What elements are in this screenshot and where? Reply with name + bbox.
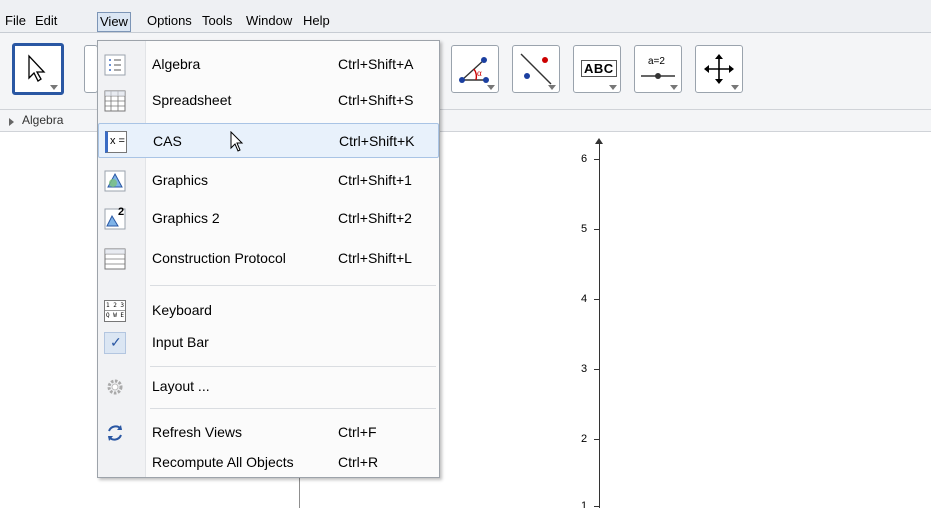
- menu-view[interactable]: View: [97, 12, 131, 32]
- menu-item-label: Spreadsheet: [152, 92, 232, 108]
- reflect-tool-button[interactable]: [512, 45, 560, 93]
- menu-item-label: Input Bar: [152, 334, 209, 350]
- menu-item-cas[interactable]: x = CAS Ctrl+Shift+K: [98, 123, 439, 158]
- menu-item-shortcut: Ctrl+R: [338, 454, 379, 470]
- algebra-view-icon: [104, 54, 126, 76]
- geogebra-window: File Edit View Options Tools Window Help…: [0, 0, 931, 508]
- menu-item-graphics[interactable]: Graphics Ctrl+Shift+1: [98, 163, 439, 198]
- menu-item-shortcut: Ctrl+Shift+S: [338, 92, 414, 108]
- checkmark-glyph: ✓: [110, 334, 122, 350]
- y-tick: [594, 229, 600, 230]
- menu-item-shortcut: Ctrl+Shift+L: [338, 250, 412, 266]
- move-tool-button[interactable]: [12, 43, 64, 95]
- refresh-icon: [108, 425, 122, 441]
- y-tick: [594, 299, 600, 300]
- menu-item-label: Construction Protocol: [152, 250, 286, 266]
- menu-item-shortcut: Ctrl+Shift+K: [339, 133, 415, 149]
- menu-item-shortcut: Ctrl+Shift+2: [338, 210, 412, 226]
- keyboard-icon-row: 1 2 3: [105, 302, 125, 311]
- text-tool-label: ABC: [581, 60, 617, 77]
- menu-file[interactable]: File: [3, 12, 28, 32]
- y-tick-label: 3: [581, 363, 588, 375]
- text-tool-button[interactable]: ABC: [573, 45, 621, 93]
- y-tick-label: 2: [581, 433, 588, 445]
- menu-item-label: Layout ...: [152, 378, 210, 394]
- cas-icon-text: x =: [110, 135, 125, 147]
- algebra-view-title: Algebra: [22, 113, 64, 127]
- menu-item-recompute-all-objects[interactable]: Recompute All Objects Ctrl+R: [98, 445, 439, 480]
- y-tick-label: 6: [581, 153, 588, 165]
- y-tick: [594, 369, 600, 370]
- y-tick-label: 5: [581, 223, 588, 235]
- menu-separator: [150, 285, 436, 286]
- menu-edit[interactable]: Edit: [33, 12, 59, 32]
- y-tick: [594, 159, 600, 160]
- keyboard-icon-row: Q W E: [105, 312, 125, 319]
- menu-separator: [150, 366, 436, 367]
- y-tick-label: 1: [581, 500, 588, 508]
- menu-item-label: Refresh Views: [152, 424, 243, 440]
- slider-tool-button[interactable]: a=2: [634, 45, 682, 93]
- graphics2-icon-text: 2: [118, 206, 125, 218]
- menu-bar: File Edit View Options Tools Window Help: [0, 0, 931, 33]
- gear-icon: [107, 379, 123, 395]
- menu-item-label: Graphics 2: [152, 210, 220, 226]
- menu-item-construction-protocol[interactable]: Construction Protocol Ctrl+Shift+L: [98, 241, 439, 276]
- menu-item-label: Recompute All Objects: [152, 454, 294, 470]
- y-axis: [599, 140, 600, 508]
- menu-item-graphics-2[interactable]: 2 Graphics 2 Ctrl+Shift+2: [98, 201, 439, 236]
- cas-icon: x =: [105, 131, 127, 153]
- view-dropdown-menu: Algebra Ctrl+Shift+A Spreadsheet Ctrl+Sh…: [97, 40, 440, 478]
- y-tick-label: 4: [581, 293, 588, 305]
- menu-item-input-bar[interactable]: ✓ Input Bar: [98, 325, 439, 360]
- menu-item-label: Keyboard: [152, 302, 212, 318]
- menu-item-label: Graphics: [152, 172, 209, 188]
- svg-text:α: α: [477, 68, 482, 78]
- move-view-tool-button[interactable]: [695, 45, 743, 93]
- menu-options[interactable]: Options: [145, 12, 194, 32]
- y-tick: [594, 506, 600, 507]
- mouse-cursor-icon: [230, 131, 244, 152]
- menu-window[interactable]: Window: [244, 12, 294, 32]
- menu-item-shortcut: Ctrl+Shift+1: [338, 172, 412, 188]
- y-tick: [594, 439, 600, 440]
- menu-item-algebra[interactable]: Algebra Ctrl+Shift+A: [98, 47, 439, 82]
- point-tool-button[interactable]: [84, 45, 98, 93]
- menu-item-label: CAS: [153, 133, 182, 149]
- menu-help[interactable]: Help: [301, 12, 332, 32]
- menu-separator: [150, 408, 436, 409]
- menu-tools[interactable]: Tools: [200, 12, 234, 32]
- menu-item-keyboard[interactable]: 1 2 3 Q W E Keyboard: [98, 293, 439, 328]
- keyboard-icon: 1 2 3 Q W E: [104, 300, 126, 322]
- angle-tool-button[interactable]: α: [451, 45, 499, 93]
- menu-item-shortcut: Ctrl+Shift+A: [338, 56, 414, 72]
- construction-protocol-icon: [104, 248, 126, 270]
- menu-item-shortcut: Ctrl+F: [338, 424, 377, 440]
- expand-triangle-icon[interactable]: [9, 118, 14, 126]
- menu-item-layout[interactable]: Layout ...: [98, 369, 439, 404]
- menu-item-label: Algebra: [152, 56, 201, 72]
- graphics-icon: [104, 170, 126, 192]
- spreadsheet-icon: [104, 90, 126, 112]
- menu-item-spreadsheet[interactable]: Spreadsheet Ctrl+Shift+S: [98, 83, 439, 118]
- checkmark-icon: ✓: [104, 332, 126, 354]
